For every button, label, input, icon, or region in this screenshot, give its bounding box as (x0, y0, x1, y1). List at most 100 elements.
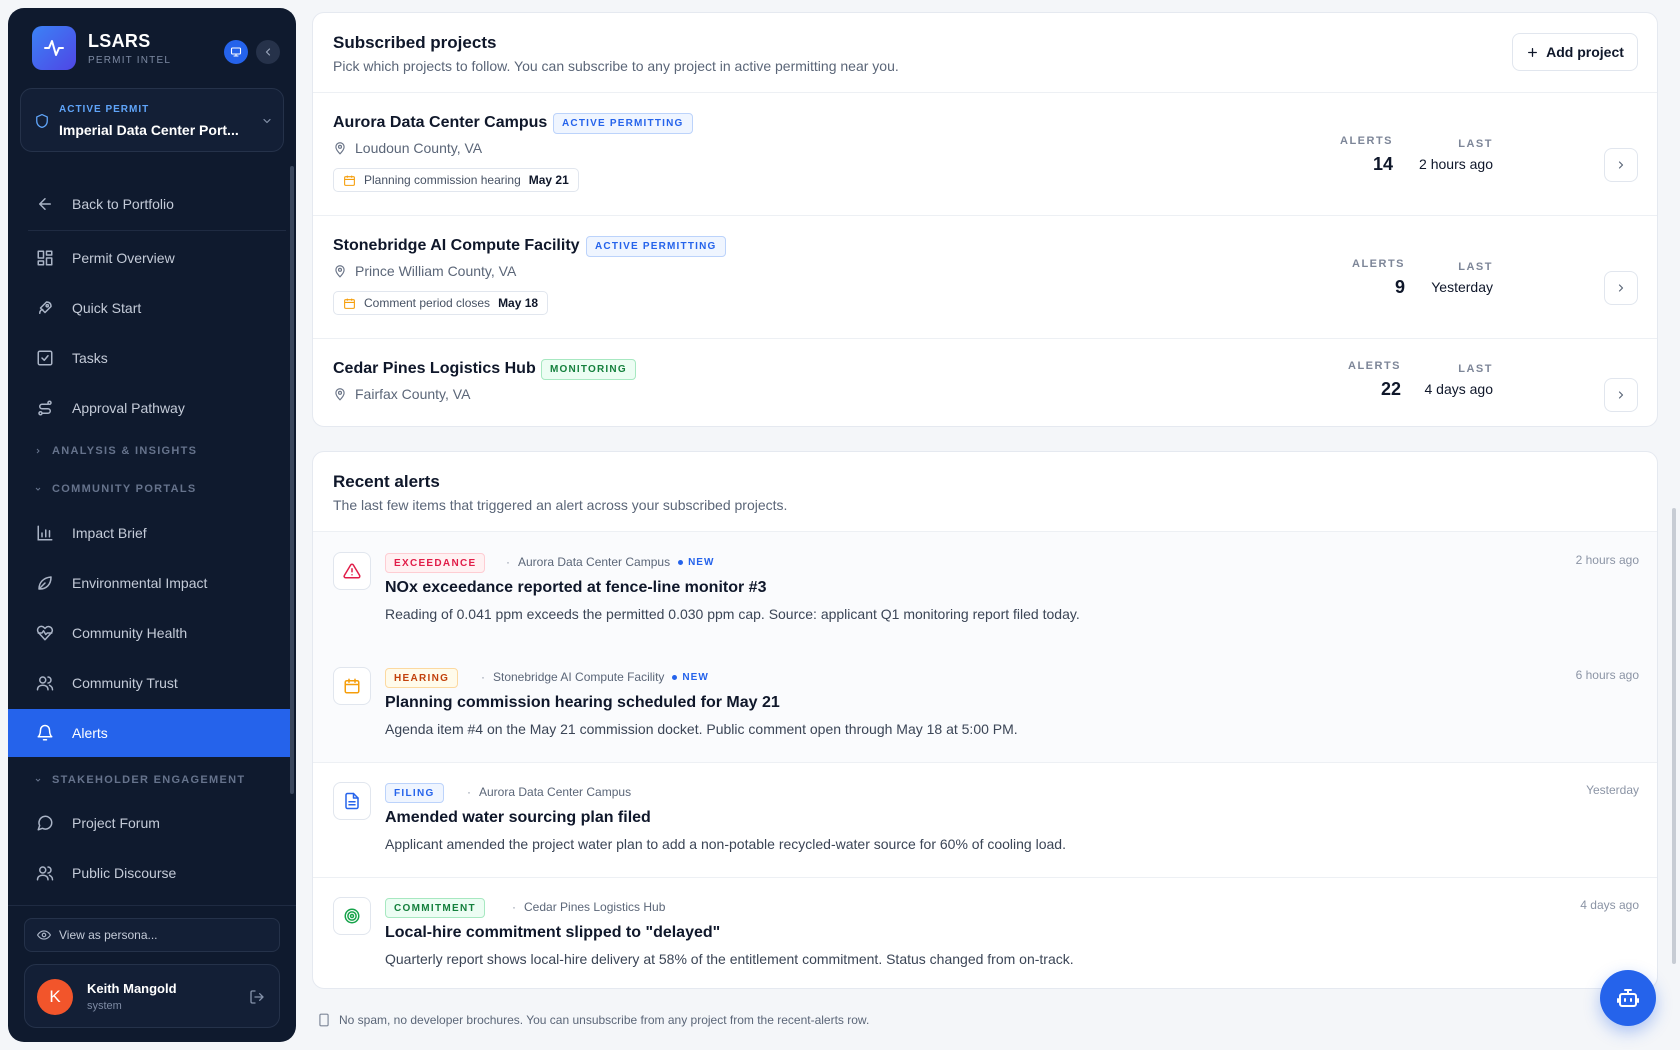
sidebar-item-community-trust[interactable]: Community Trust (8, 659, 290, 707)
main-scrollbar[interactable] (1672, 508, 1676, 964)
project-name[interactable]: Aurora Data Center Campus (333, 114, 547, 132)
upcoming-event-chip: Comment period closes May 18 (333, 291, 549, 315)
persona-label: View as persona... (59, 928, 158, 942)
arrow-left-icon (36, 195, 54, 213)
sidebar-item-quick-start[interactable]: Quick Start (8, 284, 290, 332)
alert-type-tag: FILING (385, 783, 444, 803)
alert-type-tag: COMMITMENT (385, 898, 485, 918)
view-as-persona-button[interactable]: View as persona... (24, 918, 280, 952)
last-label: LAST (1458, 261, 1493, 273)
section-stakeholder-engagement[interactable]: STAKEHOLDER ENGAGEMENT (34, 772, 245, 788)
route-icon (36, 399, 54, 417)
collapse-sidebar-button[interactable] (256, 40, 280, 64)
alert-title[interactable]: NOx exceedance reported at fence-line mo… (385, 579, 766, 597)
sidebar-scrollbar[interactable] (290, 166, 294, 794)
open-project-button[interactable] (1604, 378, 1638, 412)
alert-item[interactable]: FILING · Aurora Data Center Campus Amend… (313, 762, 1657, 877)
status-badge: ACTIVE PERMITTING (553, 113, 693, 134)
alert-meta: · Aurora Data Center Campus NEW (506, 555, 715, 569)
rocket-icon (36, 299, 54, 317)
section-analysis-insights[interactable]: ANALYSIS & INSIGHTS (34, 443, 197, 459)
alerts-label: ALERTS (1348, 360, 1401, 372)
open-project-button[interactable] (1604, 148, 1638, 182)
present-button[interactable] (224, 40, 248, 64)
nav-label: Environmental Impact (72, 575, 208, 591)
plus-icon (1526, 46, 1539, 59)
checkbox-icon (36, 349, 54, 367)
alert-item[interactable]: HEARING · Stonebridge AI Compute Facilit… (313, 647, 1657, 762)
sidebar-item-permit-overview[interactable]: Permit Overview (8, 234, 290, 282)
project-row[interactable]: Stonebridge AI Compute Facility ACTIVE P… (313, 236, 1657, 337)
users-icon (36, 864, 54, 882)
grid-icon (36, 249, 54, 267)
nav-label: Community Health (72, 625, 188, 641)
sidebar-item-approval-pathway[interactable]: Approval Pathway (8, 384, 290, 432)
project-location: Prince William County, VA (333, 263, 516, 279)
user-name: Keith Mangold (87, 981, 177, 996)
map-pin-icon (333, 264, 347, 278)
map-pin-icon (333, 387, 347, 401)
nav-label: Quick Start (72, 300, 142, 316)
alert-item[interactable]: EXCEEDANCE · Aurora Data Center Campus N… (313, 532, 1657, 647)
alert-title[interactable]: Planning commission hearing scheduled fo… (385, 694, 780, 712)
alert-meta: · Cedar Pines Logistics Hub (512, 900, 666, 914)
sidebar-item-community-health[interactable]: Community Health (8, 609, 290, 657)
section-label: STAKEHOLDER ENGAGEMENT (52, 774, 246, 786)
alert-title[interactable]: Local-hire commitment slipped to "delaye… (385, 924, 720, 942)
back-to-portfolio-link[interactable]: Back to Portfolio (8, 180, 290, 228)
event-date: May 18 (498, 296, 539, 310)
nav-label: Approval Pathway (72, 400, 185, 416)
calendar-icon (333, 667, 371, 705)
chevron-down-icon (34, 485, 42, 493)
status-badge: ACTIVE PERMITTING (586, 236, 726, 257)
alerts-label: ALERTS (1352, 258, 1405, 270)
alert-title[interactable]: Amended water sourcing plan filed (385, 809, 651, 827)
alert-project[interactable]: Aurora Data Center Campus (518, 555, 670, 569)
alert-project[interactable]: Aurora Data Center Campus (479, 785, 631, 799)
sidebar-item-environmental-impact[interactable]: Environmental Impact (8, 559, 290, 607)
eye-icon (37, 928, 51, 942)
sidebar-footer-divider (8, 905, 296, 906)
active-permit-selector[interactable]: ACTIVE PERMIT Imperial Data Center Port.… (20, 88, 284, 152)
logout-icon[interactable] (249, 989, 265, 1005)
assistant-button[interactable] (1600, 970, 1656, 1026)
sidebar-item-impact-brief[interactable]: Impact Brief (8, 509, 290, 557)
sidebar-item-public-discourse[interactable]: Public Discourse (8, 849, 290, 897)
open-project-button[interactable] (1604, 271, 1638, 305)
chevron-right-icon (1615, 159, 1627, 171)
sidebar-item-tasks[interactable]: Tasks (8, 334, 290, 382)
avatar[interactable]: K (37, 979, 73, 1015)
nav-label: Permit Overview (72, 250, 175, 266)
project-row[interactable]: Aurora Data Center Campus ACTIVE PERMITT… (313, 113, 1657, 214)
chevron-down-icon (261, 115, 273, 127)
sidebar-item-project-forum[interactable]: Project Forum (8, 799, 290, 847)
project-name[interactable]: Cedar Pines Logistics Hub (333, 360, 536, 378)
project-row[interactable]: Cedar Pines Logistics Hub MONITORING Fai… (313, 359, 1657, 426)
card-title: Recent alerts (333, 472, 440, 491)
alerts-label: ALERTS (1340, 135, 1393, 147)
alert-body: Applicant amended the project water plan… (385, 836, 1066, 852)
sidebar-item-alerts[interactable]: Alerts (8, 709, 290, 757)
chevron-right-icon (34, 447, 42, 455)
section-community-portals[interactable]: COMMUNITY PORTALS (34, 481, 197, 497)
calendar-icon (343, 297, 356, 310)
users-icon (36, 674, 54, 692)
alert-project[interactable]: Stonebridge AI Compute Facility (493, 670, 664, 684)
shield-icon (35, 113, 49, 129)
alert-item[interactable]: COMMITMENT · Cedar Pines Logistics Hub L… (313, 877, 1657, 988)
activity-pulse-icon (32, 26, 76, 70)
new-label: NEW (682, 671, 709, 683)
project-location: Fairfax County, VA (333, 386, 470, 402)
alert-project[interactable]: Cedar Pines Logistics Hub (524, 900, 665, 914)
alert-body: Reading of 0.041 ppm exceeds the permitt… (385, 606, 1080, 622)
add-project-button[interactable]: Add project (1512, 33, 1638, 71)
chevron-right-icon (1615, 389, 1627, 401)
file-text-icon (333, 782, 371, 820)
sidebar: LSARS PERMIT INTEL ACTIVE PERMIT Imperia… (8, 8, 296, 1042)
brand[interactable]: LSARS PERMIT INTEL (32, 26, 171, 70)
card-subtitle: Pick which projects to follow. You can s… (333, 58, 899, 74)
last-alert-time: Yesterday (1431, 279, 1493, 295)
project-name[interactable]: Stonebridge AI Compute Facility (333, 237, 580, 255)
divider (313, 338, 1657, 339)
alert-meta: · Aurora Data Center Campus (467, 785, 632, 799)
